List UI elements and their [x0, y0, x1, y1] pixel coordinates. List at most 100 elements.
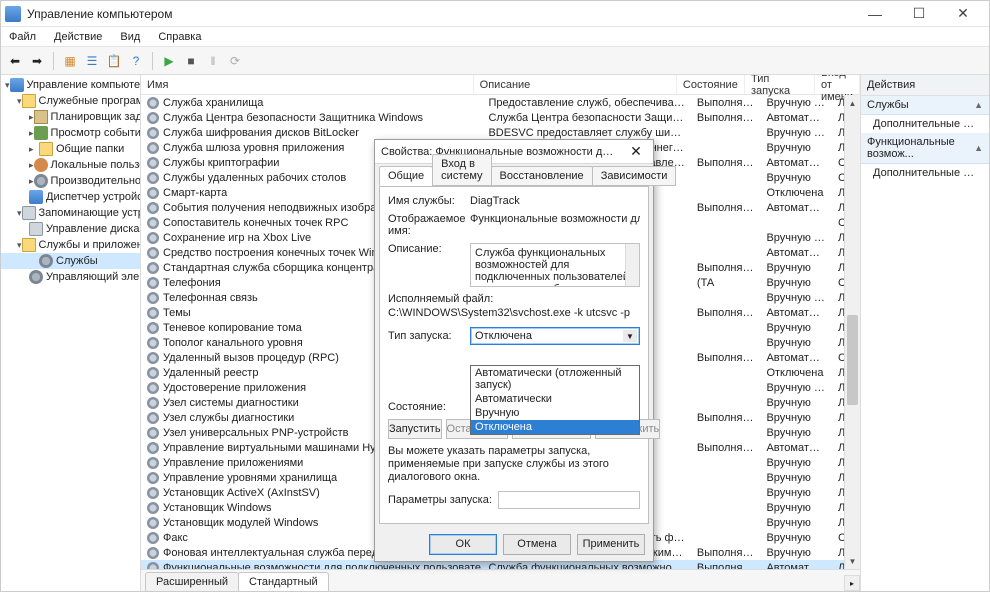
dialog-close-button[interactable]: ✕ — [619, 140, 653, 164]
stop-svc-button[interactable]: ■ — [181, 51, 201, 71]
gear-icon — [147, 427, 159, 439]
option-auto-delayed[interactable]: Автоматически (отложенный запуск) — [471, 366, 639, 392]
tree-pane[interactable]: ▾Управление компьютером (л▾Служебные про… — [1, 75, 141, 591]
col-state[interactable]: Состояние — [677, 75, 745, 94]
vertical-scrollbar[interactable]: ▲ ▼ — [844, 95, 860, 569]
tree-node[interactable]: ▸Планировщик задани — [1, 109, 140, 125]
scroll-thumb[interactable] — [847, 315, 858, 405]
svc-state: Выполняется — [691, 157, 761, 169]
tree-node[interactable]: Управление дисками — [1, 221, 140, 237]
tree-node[interactable]: Управляющий элемен — [1, 269, 140, 285]
menu-file[interactable]: Файл — [5, 29, 40, 45]
expand-icon[interactable]: ▸ — [29, 144, 39, 155]
svc-startup: Автоматиче... — [760, 352, 832, 364]
start-svc-button[interactable]: ▶ — [159, 51, 179, 71]
startup-type-dropdown[interactable]: Автоматически (отложенный запуск) Автома… — [470, 365, 640, 435]
properties-button[interactable]: ☰ — [82, 51, 102, 71]
folder-icon — [22, 238, 36, 252]
col-name[interactable]: Имя — [141, 75, 474, 94]
svc-state: Выполняется — [691, 262, 761, 274]
maximize-button[interactable]: ☐ — [897, 1, 941, 27]
gear-icon — [147, 457, 159, 469]
dialog-tab-deps[interactable]: Зависимости — [592, 166, 677, 186]
expand-icon[interactable]: ▾ — [17, 208, 22, 219]
expand-icon[interactable]: ▸ — [29, 160, 34, 171]
tree-node[interactable]: ▾Служебные программы — [1, 93, 140, 109]
start-button[interactable]: Запустить — [388, 419, 442, 439]
disk-icon — [22, 206, 36, 220]
tree-node[interactable]: ▾ Службы и приложения — [1, 237, 140, 253]
tree-node[interactable]: ▸ Производительност — [1, 173, 140, 189]
tree-label: Службы и приложения — [39, 239, 141, 251]
ok-button[interactable]: ОК — [429, 534, 497, 555]
actions-more-1[interactable]: Дополнительные дей... — [861, 115, 989, 133]
restart-svc-button[interactable]: ⟳ — [225, 51, 245, 71]
description-box[interactable]: Служба функциональных возможностей для п… — [470, 243, 640, 287]
scroll-up-arrow[interactable]: ▲ — [845, 95, 860, 111]
gear-icon — [147, 127, 159, 139]
actions-group-services[interactable]: Службы▲ — [861, 96, 989, 115]
tab-extended[interactable]: Расширенный — [145, 572, 239, 591]
startup-type-combo[interactable]: Отключена ▼ — [470, 327, 640, 345]
svc-logon: Сетевая служб — [832, 172, 844, 184]
help-button[interactable]: ? — [126, 51, 146, 71]
svc-state: Выполняется — [691, 442, 761, 454]
tree-node[interactable]: Службы — [1, 253, 140, 269]
minimize-button[interactable]: — — [853, 1, 897, 27]
service-row[interactable]: Служба хранилищаПредоставление служб, об… — [141, 95, 844, 110]
tree-label: Диспетчер устройст — [46, 191, 141, 203]
gear-icon — [147, 367, 159, 379]
svc-startup: Автоматиче... — [760, 202, 832, 214]
expand-icon[interactable]: ▾ — [17, 96, 22, 107]
apply-button[interactable]: Применить — [577, 534, 645, 555]
tree-node[interactable]: Диспетчер устройст — [1, 189, 140, 205]
service-row[interactable]: Служба шифрования дисков BitLockerBDESVC… — [141, 125, 844, 140]
dialog-tab-logon[interactable]: Вход в систему — [432, 154, 491, 186]
actions-more-2[interactable]: Дополнительные дей... — [861, 164, 989, 182]
menu-view[interactable]: Вид — [116, 29, 144, 45]
cancel-button[interactable]: Отмена — [503, 534, 571, 555]
svc-startup: Вручную — [760, 457, 832, 469]
scroll-down-arrow[interactable]: ▼ — [845, 553, 860, 569]
expand-icon[interactable]: ▾ — [5, 80, 10, 91]
service-row[interactable]: Служба Центра безопасности Защитника Win… — [141, 110, 844, 125]
svc-name: Сопоставитель конечных точек RPC — [163, 217, 348, 229]
option-auto[interactable]: Автоматически — [471, 392, 639, 406]
export-button[interactable]: 📋 — [104, 51, 124, 71]
tree-node[interactable]: ▸Локальные пользова — [1, 157, 140, 173]
close-button[interactable]: ✕ — [941, 1, 985, 27]
show-hide-tree-button[interactable]: ▦ — [60, 51, 80, 71]
tree-node[interactable]: ▾Управление компьютером (л — [1, 77, 140, 93]
hscroll-right[interactable]: ▸ — [844, 575, 860, 591]
dialog-tab-recovery[interactable]: Восстановление — [491, 166, 593, 186]
menu-action[interactable]: Действие — [50, 29, 106, 45]
params-input[interactable] — [498, 491, 640, 509]
comp-icon — [10, 78, 24, 92]
pause-svc-button[interactable]: ‖ — [203, 51, 223, 71]
option-disabled[interactable]: Отключена — [471, 420, 639, 434]
tree-label: Службы — [56, 255, 98, 267]
col-logon[interactable]: Вход от имени — [815, 75, 860, 94]
tree-node[interactable]: ▸Общие папки — [1, 141, 140, 157]
menu-help[interactable]: Справка — [154, 29, 205, 45]
svc-name: Установщик модулей Windows — [163, 517, 318, 529]
tree-node[interactable]: ▸Просмотр событий — [1, 125, 140, 141]
actions-group-selected[interactable]: Функциональные возмож...▲ — [861, 133, 989, 164]
forward-button[interactable]: ➡ — [27, 51, 47, 71]
tree-label: Производительност — [51, 175, 141, 187]
gear-icon — [147, 217, 159, 229]
expand-icon[interactable]: ▸ — [29, 128, 34, 139]
col-desc[interactable]: Описание — [474, 75, 677, 94]
back-button[interactable]: ⬅ — [5, 51, 25, 71]
tab-standard[interactable]: Стандартный — [238, 572, 329, 591]
option-manual[interactable]: Вручную — [471, 406, 639, 420]
expand-icon[interactable]: ▸ — [29, 176, 34, 187]
expand-icon[interactable]: ▾ — [17, 240, 22, 251]
svc-desc: Служба функциональных возможностей дл... — [482, 562, 690, 570]
tree-node[interactable]: ▾Запоминающие устройс — [1, 205, 140, 221]
gear-icon — [147, 502, 159, 514]
gear-icon — [147, 382, 159, 394]
desc-scrollbar[interactable] — [625, 244, 639, 286]
col-startup[interactable]: Тип запуска — [745, 75, 815, 94]
dialog-tab-general[interactable]: Общие — [379, 166, 433, 186]
